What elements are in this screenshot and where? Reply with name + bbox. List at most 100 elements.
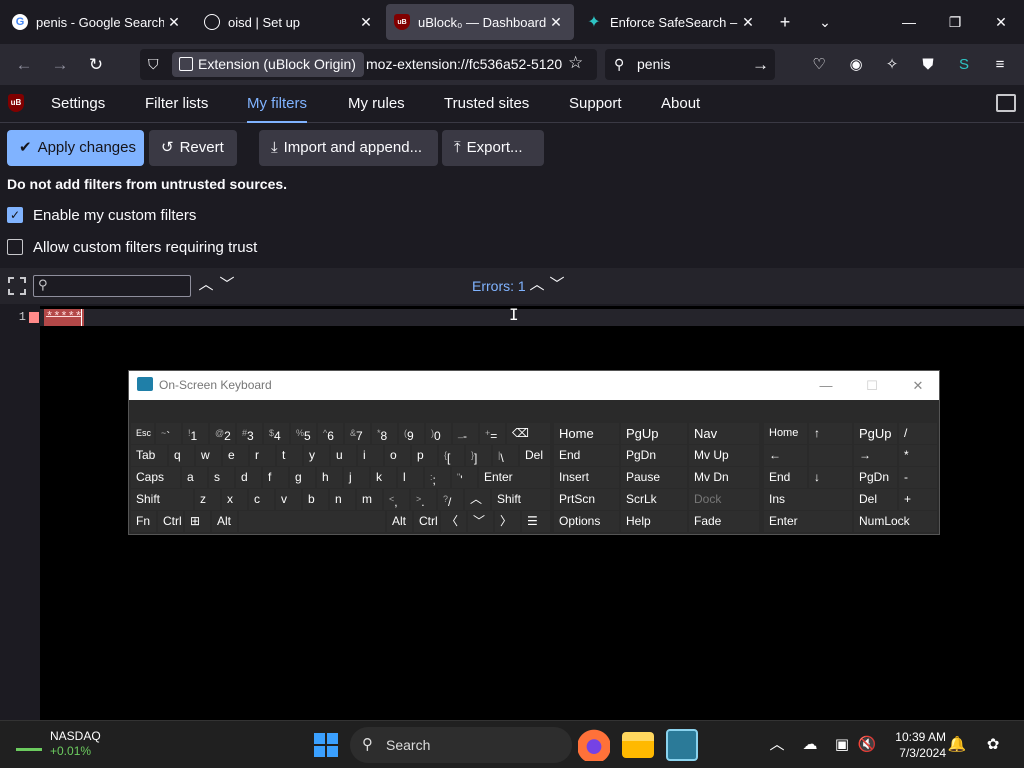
error-previous-chevron-up-icon[interactable]: ︿ — [527, 273, 547, 297]
key-num-5[interactable] — [809, 445, 852, 466]
key-comma[interactable]: <, — [384, 489, 409, 510]
allow-trust-filters-option[interactable]: Allow custom filters requiring trust — [7, 237, 257, 257]
code-line[interactable]: ***** — [40, 309, 1024, 326]
minimize-icon[interactable]: — — [886, 8, 932, 36]
key-alt-left[interactable]: Alt — [212, 511, 237, 532]
window-close-icon[interactable]: ✕ — [978, 8, 1024, 36]
key-numlock[interactable]: NumLock — [854, 511, 937, 532]
key-b[interactable]: b — [303, 489, 328, 510]
forward-arrow-icon[interactable]: → — [47, 52, 73, 78]
firefox-icon[interactable] — [578, 729, 610, 761]
key-del[interactable]: Del — [520, 445, 550, 466]
account-icon[interactable]: ◉ — [844, 53, 868, 77]
menu-hamburger-icon[interactable]: ≡ — [988, 53, 1012, 77]
key-period[interactable]: >. — [411, 489, 436, 510]
key-num-ins[interactable]: Ins — [764, 489, 852, 510]
key-num-end[interactable]: End — [764, 467, 807, 488]
file-explorer-icon[interactable] — [622, 732, 654, 758]
safesearch-extension-icon[interactable]: S — [952, 53, 976, 77]
windows-start-icon[interactable] — [314, 733, 338, 757]
key-alt-right[interactable]: Alt — [387, 511, 412, 532]
key-e[interactable]: e — [223, 445, 248, 466]
key-equals[interactable]: += — [480, 423, 505, 444]
tab-my-rules[interactable]: My rules — [348, 85, 405, 123]
key-j[interactable]: j — [344, 467, 369, 488]
key-s[interactable]: s — [209, 467, 234, 488]
network-icon[interactable]: ▣ — [832, 734, 852, 756]
key-8[interactable]: *8 — [372, 423, 397, 444]
tab-enforce-safesearch[interactable]: ✦ Enforce SafeSearch – Get ✕ — [578, 4, 766, 40]
close-icon[interactable]: ✕ — [546, 14, 566, 31]
apply-changes-button[interactable]: ✔ Apply changes — [7, 130, 144, 166]
key-x[interactable]: x — [222, 489, 247, 510]
stock-widget[interactable]: NASDAQ +0.01% — [16, 729, 101, 759]
key-6[interactable]: ^6 — [318, 423, 343, 444]
back-arrow-icon[interactable]: ← — [11, 52, 37, 78]
arrow-up-icon[interactable]: ︿ — [465, 489, 490, 510]
key-backtick[interactable]: ~` — [156, 423, 181, 444]
key-semicolon[interactable]: :; — [425, 467, 450, 488]
key-m[interactable]: m — [357, 489, 382, 510]
key-shift-left[interactable]: Shift — [131, 489, 193, 510]
close-icon[interactable]: ✕ — [164, 14, 184, 31]
key-f[interactable]: f — [263, 467, 288, 488]
key-home[interactable]: Home — [554, 423, 619, 444]
key-right-bracket[interactable]: }] — [466, 445, 491, 466]
key-l[interactable]: l — [398, 467, 423, 488]
key-num-home[interactable]: Home — [764, 423, 807, 444]
context-menu-icon[interactable]: ☰ — [522, 511, 550, 532]
key-backslash[interactable]: |\ — [493, 445, 518, 466]
arrow-up-icon[interactable]: ↑ — [809, 423, 852, 444]
pocket-icon[interactable]: ♡ — [807, 53, 831, 77]
book-icon[interactable] — [996, 94, 1016, 112]
tab-settings[interactable]: Settings — [51, 85, 105, 123]
tab-ublock-dashboard[interactable]: uB uBlock₀ — Dashboard ✕ — [386, 4, 574, 40]
key-ctrl-right[interactable]: Ctrl — [414, 511, 439, 532]
key-z[interactable]: z — [195, 489, 220, 510]
go-arrow-icon[interactable]: → — [752, 49, 769, 80]
show-hidden-icons-chevron-icon[interactable]: ︿ — [767, 734, 787, 756]
find-previous-chevron-up-icon[interactable]: ︿ — [196, 273, 216, 297]
key-2[interactable]: @2 — [210, 423, 235, 444]
key-num-minus[interactable]: - — [899, 467, 937, 488]
key-p[interactable]: p — [412, 445, 437, 466]
close-icon[interactable]: ✕ — [356, 14, 376, 31]
key-caps[interactable]: Caps — [131, 467, 180, 488]
key-num-enter[interactable]: Enter — [764, 511, 852, 532]
key-9[interactable]: (9 — [399, 423, 424, 444]
bookmark-star-icon[interactable]: ☆ — [568, 53, 583, 73]
new-tab-plus-icon[interactable]: + — [773, 10, 797, 34]
close-icon[interactable]: ✕ — [738, 14, 758, 31]
find-next-chevron-down-icon[interactable]: ﹀ — [217, 273, 237, 297]
identity-box[interactable]: Extension (uBlock Origin) — [172, 52, 364, 77]
key-d[interactable]: d — [236, 467, 261, 488]
key-w[interactable]: w — [196, 445, 221, 466]
minimize-icon[interactable]: — — [803, 371, 849, 400]
key-insert[interactable]: Insert — [554, 467, 619, 488]
key-left-bracket[interactable]: {[ — [439, 445, 464, 466]
url-text[interactable]: moz-extension://fc536a52-5120 — [366, 49, 562, 80]
revert-button[interactable]: ↺ Revert — [149, 130, 237, 166]
key-nav[interactable]: Nav — [689, 423, 759, 444]
clock[interactable]: 10:39 AM 7/3/2024 — [884, 729, 946, 761]
copilot-icon[interactable]: ✿ — [981, 734, 1005, 756]
shield-icon[interactable]: ⛉ — [148, 56, 159, 73]
key-num-multiply[interactable]: * — [899, 445, 937, 466]
tab-filter-lists[interactable]: Filter lists — [145, 85, 208, 123]
key-q[interactable]: q — [169, 445, 194, 466]
key-7[interactable]: &7 — [345, 423, 370, 444]
tab-support[interactable]: Support — [569, 85, 622, 123]
key-num-divide[interactable]: / — [899, 423, 937, 444]
key-end[interactable]: End — [554, 445, 619, 466]
checkbox-unchecked-icon[interactable] — [7, 239, 23, 255]
key-tab[interactable]: Tab — [131, 445, 167, 466]
key-c[interactable]: c — [249, 489, 274, 510]
arrow-left-icon[interactable]: 〈 — [441, 511, 466, 532]
checkbox-checked-icon[interactable]: ✓ — [7, 207, 23, 223]
key-mv-up[interactable]: Mv Up — [689, 445, 759, 466]
key-u[interactable]: u — [331, 445, 356, 466]
key-4[interactable]: $4 — [264, 423, 289, 444]
key-a[interactable]: a — [182, 467, 207, 488]
key-mv-dn[interactable]: Mv Dn — [689, 467, 759, 488]
tab-trusted-sites[interactable]: Trusted sites — [444, 85, 529, 123]
